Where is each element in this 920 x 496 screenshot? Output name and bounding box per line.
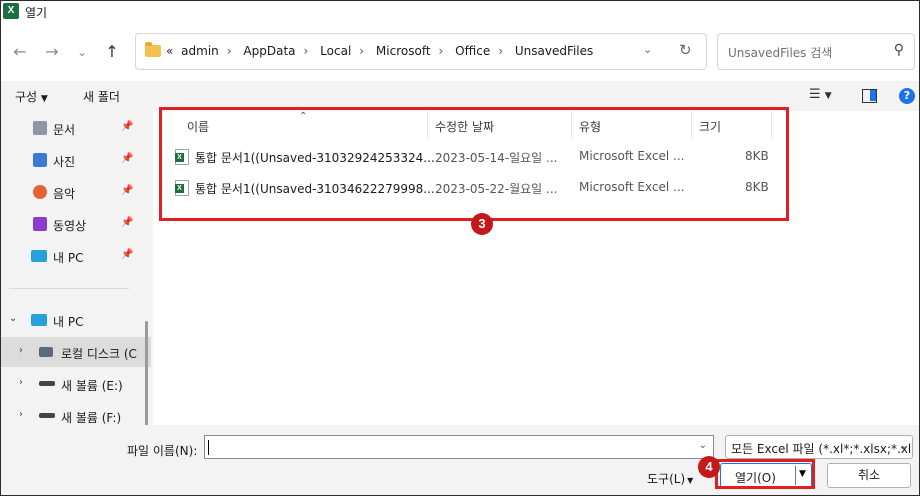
filename-input[interactable]: ⌄ (204, 435, 714, 459)
breadcrumb-admin[interactable]: admin (181, 44, 219, 58)
sidebar-divider (9, 288, 129, 289)
sidebar-scrollbar[interactable] (145, 321, 148, 425)
search-input[interactable]: UnsavedFiles 검색 (728, 44, 832, 61)
folder-icon (145, 42, 161, 57)
chevron-down-icon[interactable]: ⌄ (699, 440, 707, 451)
pin-icon[interactable]: 📌 (121, 217, 133, 228)
step-badge-4: 4 (698, 456, 720, 478)
preview-pane-fill (870, 90, 876, 101)
search-icon[interactable]: ⚲ (894, 42, 904, 58)
new-folder-button[interactable]: 새 폴더 (83, 88, 120, 105)
address-dropdown-icon[interactable]: ⌄ (643, 43, 652, 56)
open-button-highlight (715, 459, 815, 489)
pin-icon[interactable]: 📌 (121, 153, 133, 164)
tools-button[interactable]: 도구(L) ▼ (647, 470, 693, 487)
breadcrumb-overflow[interactable]: « (166, 44, 173, 58)
breadcrumb-unsavedfiles[interactable]: UnsavedFiles (515, 44, 593, 58)
organize-label: 구성 (15, 90, 38, 104)
open-file-dialog: X 열기 ← → ⌄ ↑ « admin › AppData › Local › Mi… (0, 0, 920, 496)
preview-pane-icon[interactable] (862, 89, 877, 103)
drive-icon (39, 381, 55, 386)
sidebar-item-documents[interactable]: 문서 📌 (1, 113, 151, 143)
chevron-right-icon[interactable]: › (19, 345, 23, 356)
sidebar-item-local-disk-c[interactable]: › 로컬 디스크 (C (1, 337, 151, 367)
navigation-pane: 문서 📌 사진 📌 음악 📌 동영상 📌 내 PC 📌 ⌄ 내 PC › 로컬 … (1, 111, 153, 425)
sidebar-item-label: 음악 (53, 187, 76, 201)
file-type-filter-value: 모든 Excel 파일 (*.xl*;*.xlsx;*.xl (731, 442, 912, 456)
sidebar-item-volume-e[interactable]: › 새 볼륨 (E:) (1, 369, 151, 399)
sidebar-item-volume-f[interactable]: › 새 볼륨 (F:) (1, 401, 151, 425)
breadcrumb-appdata[interactable]: AppData (243, 44, 295, 58)
forward-arrow-icon[interactable]: → (41, 41, 63, 63)
breadcrumb-separator-icon: › (226, 44, 232, 58)
file-type-filter[interactable]: 모든 Excel 파일 (*.xl*;*.xlsx;*.xl ⌄ (725, 435, 913, 459)
up-arrow-icon[interactable]: ↑ (101, 41, 123, 63)
tools-dropdown-icon: ▼ (687, 476, 694, 485)
search-box[interactable]: UnsavedFiles 검색 ⚲ (717, 33, 915, 70)
pin-icon[interactable]: 📌 (121, 249, 133, 260)
breadcrumb-separator-icon: › (303, 44, 309, 58)
chevron-right-icon[interactable]: › (19, 377, 23, 388)
view-options-icon[interactable]: ☰ ▼ (809, 87, 832, 102)
sidebar-item-videos[interactable]: 동영상 📌 (1, 209, 151, 239)
breadcrumb-local[interactable]: Local (320, 44, 351, 58)
pictures-icon (33, 153, 47, 167)
sidebar-item-label: 내 PC (53, 251, 84, 265)
address-bar[interactable]: « admin › AppData › Local › Microsoft › Offi… (135, 33, 707, 70)
text-caret (208, 440, 209, 455)
chevron-down-icon[interactable]: ⌄ (9, 313, 17, 324)
documents-icon (33, 121, 47, 135)
tools-label: 도구(L) (647, 472, 686, 486)
sidebar-item-label: 내 PC (53, 315, 84, 329)
file-list-highlight (159, 107, 789, 221)
title-bar: X 열기 (1, 1, 919, 23)
navigation-row: ← → ⌄ ↑ « admin › AppData › Local › Microso… (1, 23, 919, 81)
pin-icon[interactable]: 📌 (121, 185, 133, 196)
breadcrumb-separator-icon: › (438, 44, 444, 58)
sidebar-item-label: 문서 (53, 123, 76, 137)
step-badge-3: 3 (471, 213, 493, 235)
drive-icon (39, 347, 53, 357)
breadcrumb: « admin › AppData › Local › Microsoft › Offi… (166, 44, 597, 58)
sidebar-item-label: 사진 (53, 155, 76, 169)
filename-label: 파일 이름(N): (127, 444, 198, 458)
videos-icon (33, 217, 47, 231)
chevron-right-icon[interactable]: › (19, 409, 23, 420)
back-arrow-icon[interactable]: ← (9, 41, 31, 63)
sidebar-item-pictures[interactable]: 사진 📌 (1, 145, 151, 175)
drive-icon (39, 413, 55, 418)
breadcrumb-separator-icon: › (359, 44, 365, 58)
sidebar-item-music[interactable]: 음악 📌 (1, 177, 151, 207)
refresh-icon[interactable]: ↻ (679, 41, 692, 59)
recent-locations-chevron-icon[interactable]: ⌄ (71, 41, 93, 63)
window-title: 열기 (25, 6, 48, 20)
sidebar-item-label: 로컬 디스크 (C (61, 347, 137, 361)
sidebar-item-this-pc[interactable]: ⌄ 내 PC (1, 305, 151, 335)
organize-button[interactable]: 구성 ▼ (15, 88, 48, 105)
pc-icon (31, 314, 47, 326)
help-icon[interactable]: ? (899, 88, 915, 104)
chevron-down-icon[interactable]: ⌄ (899, 441, 907, 452)
sidebar-item-label: 동영상 (53, 219, 87, 233)
music-icon (33, 185, 47, 199)
cancel-button[interactable]: 취소 (827, 463, 911, 488)
breadcrumb-office[interactable]: Office (455, 44, 490, 58)
sidebar-item-label: 새 볼륨 (F:) (61, 411, 122, 425)
pc-icon (31, 250, 47, 262)
organize-dropdown-icon: ▼ (40, 94, 48, 104)
sidebar-item-this-pc-quick[interactable]: 내 PC 📌 (1, 241, 151, 271)
sidebar-item-label: 새 볼륨 (E:) (61, 379, 123, 393)
pin-icon[interactable]: 📌 (121, 121, 133, 132)
breadcrumb-microsoft[interactable]: Microsoft (376, 44, 431, 58)
breadcrumb-separator-icon: › (498, 44, 504, 58)
excel-app-icon: X (3, 3, 19, 19)
